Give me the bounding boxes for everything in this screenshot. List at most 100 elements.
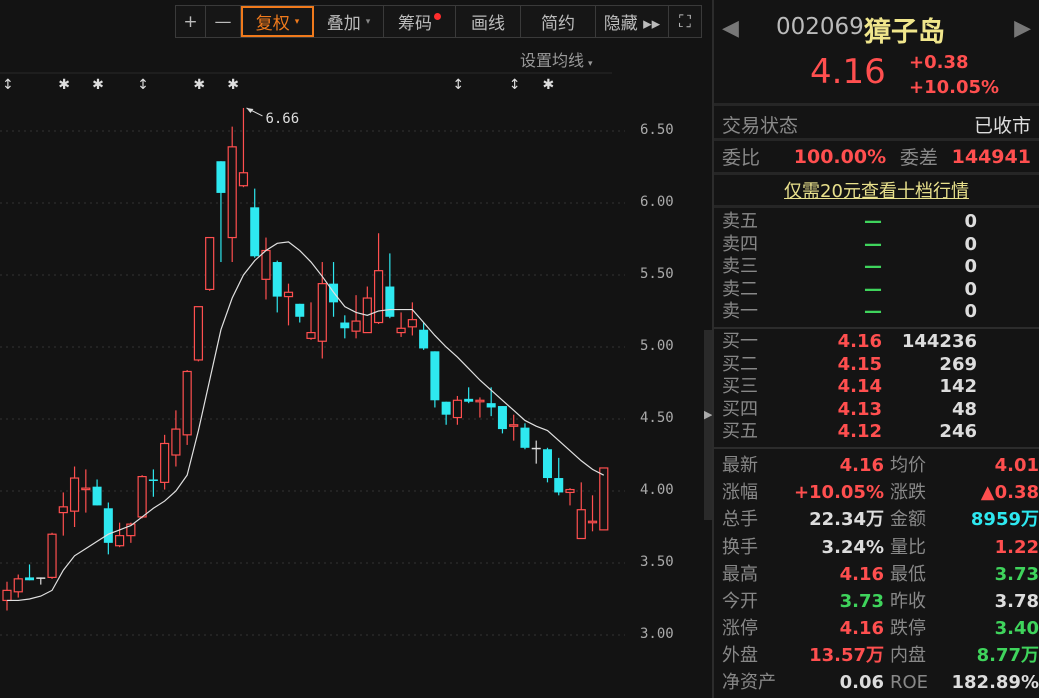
level-label: 买一 [722, 330, 758, 352]
level-volume: 0 [964, 256, 977, 278]
candlestick-chart[interactable]: 6.66 [0, 0, 704, 698]
bid-row[interactable]: 买五 4.12 246 [714, 421, 1039, 444]
simple-mode-button[interactable]: 简约 [521, 6, 596, 37]
level-price: 4.16 [837, 330, 882, 352]
bid-row[interactable]: 买二 4.15 269 [714, 354, 1039, 377]
y-tick-label: 3.00 [640, 626, 674, 642]
candle-body-up [58, 506, 68, 514]
stock-code: 002069 [776, 14, 864, 40]
event-marker-icon[interactable]: ✱ [193, 77, 205, 93]
event-marker-icon[interactable]: ↕ [2, 77, 14, 93]
level-label: 买三 [722, 376, 758, 398]
overlay-dropdown[interactable]: 叠加 ▾ [314, 6, 384, 37]
stat-value: 4.16 [839, 454, 884, 476]
event-marker-icon[interactable]: ↕ [137, 77, 149, 93]
candle-body-up [137, 476, 147, 518]
event-marker-icon[interactable]: ↕ [452, 77, 464, 93]
bid-row[interactable]: 买三 4.14 142 [714, 376, 1039, 399]
stat-label: 净资产 [722, 672, 776, 694]
level-volume: 246 [939, 421, 977, 443]
candle-body-up [182, 370, 192, 436]
candle-body-up [69, 477, 80, 512]
stat-value: 1.22 [994, 536, 1039, 558]
candle-body-down [497, 406, 507, 430]
ask-book: 卖五 — 0 卖四 — 0 卖三 — 0 卖二 — 0 卖一 — 0 [714, 208, 1039, 329]
stat-value: 3.73 [839, 590, 884, 612]
quote-panel: ◀ 002069 獐子岛 ▶ 4.16 +0.38 +10.05% 交易状态 已… [714, 0, 1039, 698]
stat-row: 涨停 4.16 跌停 3.40 [714, 615, 1039, 642]
stat-value: 3.24% [821, 536, 884, 558]
chip-distribution-button[interactable]: 筹码 [384, 6, 456, 37]
candle-body-up [351, 320, 361, 332]
level-label: 卖三 [722, 256, 758, 278]
quote-header: ◀ 002069 獐子岛 ▶ 4.16 +0.38 +10.05% [714, 0, 1039, 106]
candle-body-up [81, 487, 91, 491]
level-label: 卖五 [722, 211, 758, 232]
candle-body-down [340, 322, 350, 329]
hide-button[interactable]: 隐藏 ▸▸ [596, 6, 669, 37]
candle-body-flat [36, 577, 46, 579]
candle-body-down [441, 401, 451, 415]
stat-value: 3.73 [994, 563, 1039, 585]
next-stock-icon[interactable]: ▶ [1014, 16, 1031, 41]
level-label: 买二 [722, 353, 758, 375]
level-price: 4.13 [837, 398, 882, 420]
event-marker-icon[interactable]: ✱ [542, 77, 554, 93]
level-label: 买四 [722, 398, 758, 420]
stat-value: 4.01 [994, 454, 1039, 476]
bid-row[interactable]: 买四 4.13 48 [714, 399, 1039, 422]
fullscreen-button[interactable]: ⛶ [669, 6, 701, 37]
zoom-out-button[interactable]: — [206, 6, 241, 37]
stat-label: 内盘 [890, 645, 926, 667]
ma-settings-dropdown[interactable]: 设置均线 ▾ [520, 47, 593, 71]
bid-row[interactable]: 买一 4.16 144236 [714, 331, 1039, 354]
event-marker-icon[interactable]: ↕ [509, 77, 521, 93]
candle-body-down [295, 303, 305, 317]
level-volume: 269 [939, 353, 977, 375]
prev-stock-icon[interactable]: ◀ [722, 16, 739, 41]
scrollbar[interactable] [704, 330, 712, 520]
event-marker-icon[interactable]: ✱ [227, 77, 239, 93]
stat-value: +10.05% [793, 482, 884, 504]
zoom-in-button[interactable]: + [176, 6, 206, 37]
y-tick-label: 5.00 [640, 338, 674, 354]
draw-line-button[interactable]: 画线 [456, 6, 521, 37]
event-marker-icon[interactable]: ✱ [92, 77, 104, 93]
level-volume: 0 [964, 233, 977, 255]
candle-body-up [306, 332, 316, 339]
candle-body-up [283, 291, 294, 298]
ask-row[interactable]: 卖五 — 0 [714, 211, 1039, 234]
level-label: 买五 [722, 421, 758, 443]
ask-row[interactable]: 卖二 — 0 [714, 279, 1039, 302]
adjust-rights-dropdown[interactable]: 复权 ▾ [241, 6, 314, 37]
candle-body-down [520, 427, 530, 448]
level-price: — [864, 256, 882, 278]
ask-row[interactable]: 卖三 — 0 [714, 256, 1039, 279]
bid-book: 买一 4.16 144236 买二 4.15 269 买三 4.14 142 买四 4.13 48 买五… [714, 329, 1039, 449]
last-price: 4.16 [810, 52, 886, 92]
candle-body-up [193, 306, 204, 361]
event-marker-icon[interactable]: ✱ [58, 77, 70, 93]
stat-label: 今开 [722, 590, 758, 612]
candle-body-down [430, 351, 440, 401]
ask-row[interactable]: 卖四 — 0 [714, 234, 1039, 257]
candle-body-up [47, 533, 57, 579]
ask-row[interactable]: 卖一 — 0 [714, 301, 1039, 324]
label: 交易状态 [722, 114, 799, 137]
upsell-link[interactable]: 仅需20元查看十档行情 [714, 175, 1039, 208]
candle-body-down [385, 286, 395, 317]
stat-label: 外盘 [722, 645, 758, 667]
stat-value: 8959万 [970, 509, 1039, 531]
stat-value: 13.57万 [809, 645, 884, 667]
candle-body-up [2, 589, 12, 602]
candle-body-down [148, 479, 158, 481]
y-tick-label: 5.50 [640, 266, 674, 282]
candle-body-up [205, 236, 215, 290]
order-diff: 144941 [951, 145, 1031, 168]
stock-name: 獐子岛 [864, 17, 945, 48]
level-volume: 144236 [901, 330, 977, 352]
level-volume: 142 [939, 376, 977, 398]
candle-body-down [216, 161, 226, 193]
stat-label: 金额 [890, 509, 926, 531]
level-price: — [864, 211, 882, 232]
